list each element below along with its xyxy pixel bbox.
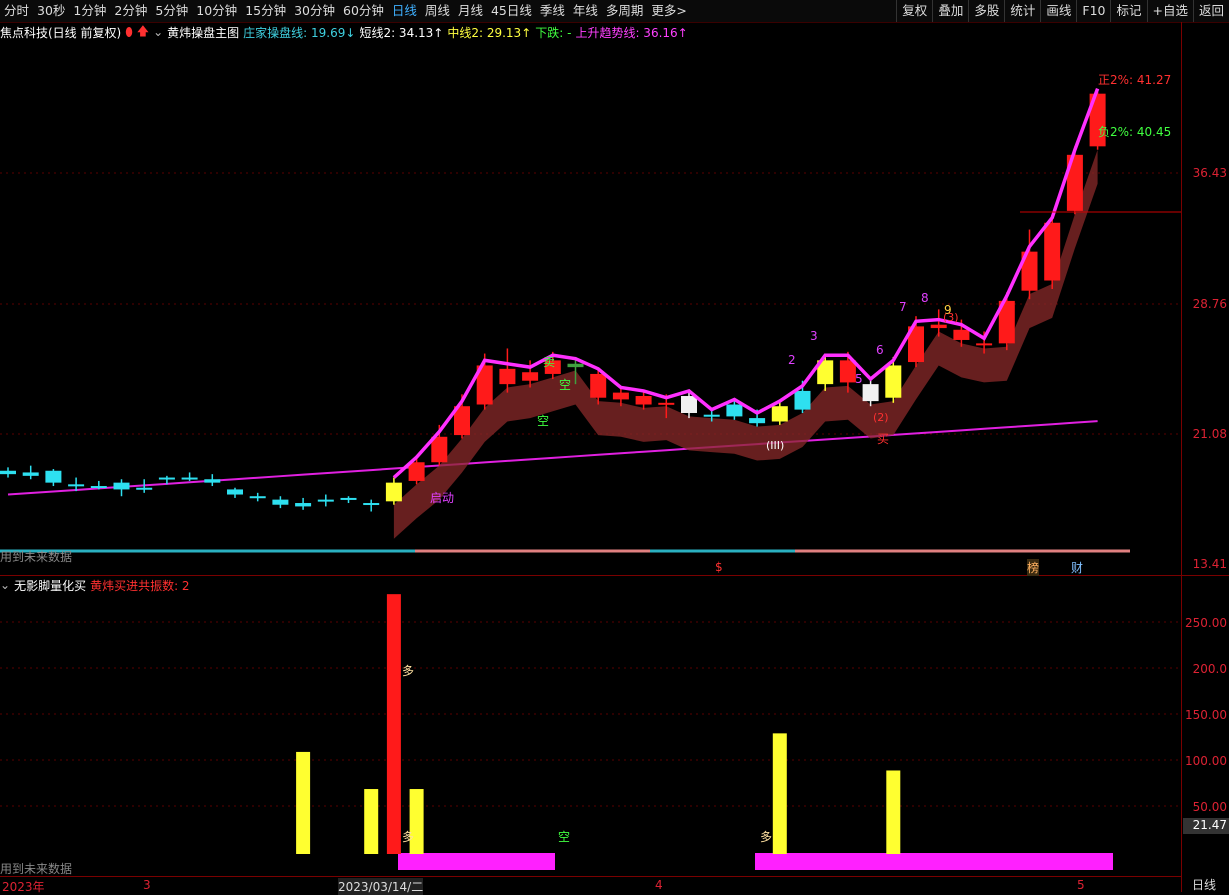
candle-body (227, 489, 243, 495)
candle-body (953, 329, 970, 340)
candle-body (612, 392, 629, 400)
sub-bar-label: 多 (402, 664, 415, 678)
volume-bar (386, 594, 401, 854)
candle-body (726, 404, 743, 417)
candle-body (1044, 222, 1061, 281)
short-signal: 空 (537, 414, 550, 428)
candle-body (363, 503, 380, 506)
buy-signal: 买 (877, 432, 890, 446)
wave-count: 7 (899, 300, 907, 314)
candle-body (158, 477, 175, 480)
candle-body (703, 414, 720, 417)
wave-count: 8 (921, 291, 929, 305)
candle-body (771, 406, 788, 422)
volume-bar (364, 789, 379, 854)
candle-body (590, 373, 607, 398)
wave-count: 2 (788, 353, 796, 367)
candle-body (45, 470, 62, 483)
candle-body (885, 365, 902, 398)
kline-chart[interactable] (0, 0, 1229, 892)
candle-body (658, 402, 675, 405)
candle-body (340, 497, 357, 500)
candle-body (431, 436, 448, 463)
marker-finance: 财 (1071, 561, 1084, 575)
volume-bar (772, 733, 787, 854)
sub-bar-label: 多 (760, 830, 773, 844)
candle-body (408, 462, 425, 481)
candle-body (22, 472, 39, 476)
candle-body (0, 470, 16, 475)
sub-bar-label: 空 (558, 830, 571, 844)
sub-bar-label: 多 (402, 830, 415, 844)
signal-band (755, 853, 1113, 870)
short-signal: 空 (559, 378, 572, 392)
candle-body (181, 477, 198, 480)
wave-count: 3 (810, 329, 818, 343)
candle-body (635, 396, 652, 405)
lower-band-label: 负2%: 40.45 (1098, 125, 1172, 139)
long-trend-line (7, 420, 1098, 496)
candle-body (90, 486, 107, 489)
candle-body (317, 499, 334, 502)
candle-body (295, 503, 312, 507)
start-signal: 启动 (430, 491, 455, 505)
candle-body (249, 496, 266, 499)
wave-marker: (2) (873, 411, 889, 424)
sell-signal: 卖 (543, 355, 556, 369)
candle-body (113, 482, 130, 490)
candle-body (522, 372, 539, 381)
wave-marker: (3) (943, 311, 959, 324)
volume-bar (296, 751, 311, 854)
signal-band (398, 853, 555, 870)
candle-body (499, 368, 516, 385)
candle-body (930, 324, 947, 329)
candle-body (204, 479, 221, 483)
candle-body (385, 482, 402, 502)
candle-body (839, 360, 856, 383)
candle-body (976, 343, 993, 346)
candle-body (272, 499, 289, 505)
candle-body (681, 396, 697, 414)
candle-body (749, 418, 766, 424)
wave-count: 5 (855, 372, 863, 386)
wave-count: 6 (876, 343, 884, 357)
future-data-note: 用到未来数据 (0, 550, 73, 564)
marker-dollar: $ (715, 560, 723, 574)
candle-body (136, 487, 153, 490)
upper-band-label: 正2%: 41.27 (1098, 73, 1172, 87)
wave-marker: (III) (766, 439, 785, 452)
candle-body (794, 390, 811, 410)
candle-body (567, 363, 584, 368)
candle-body (68, 484, 85, 487)
marker-ranking: 榜 (1027, 559, 1040, 576)
candle-body (862, 384, 879, 402)
future-data-note-sub: 用到未来数据 (0, 862, 73, 876)
volume-bar (886, 770, 901, 854)
